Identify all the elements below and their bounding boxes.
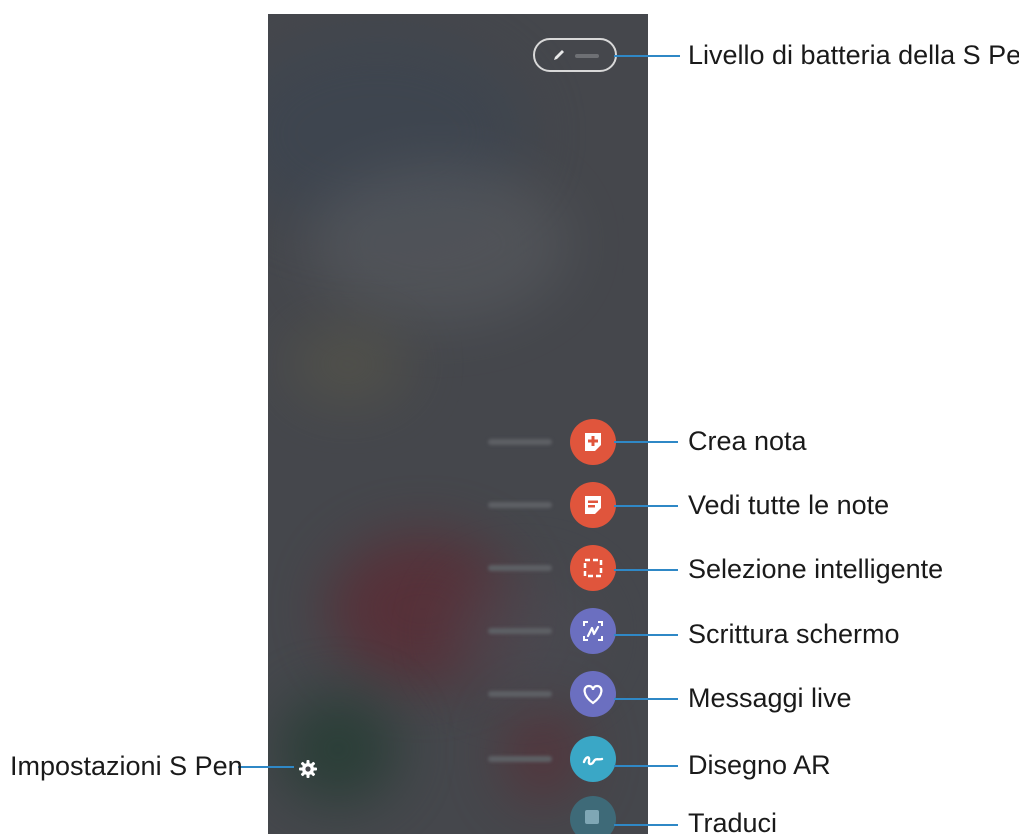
squiggle-icon [582, 756, 604, 766]
command-label-blurred [488, 691, 552, 697]
translate-icon [585, 810, 599, 824]
screen-write-icon [583, 621, 603, 641]
background-blur [288, 324, 408, 404]
command-ar-doodle[interactable] [268, 736, 648, 784]
callout-screen-write: Scrittura schermo [688, 619, 900, 649]
note-plus-icon [585, 433, 601, 451]
callout-view-all-notes: Vedi tutte le note [688, 490, 890, 520]
callout-ar-doodle: Disegno AR [688, 750, 831, 780]
command-label-blurred [488, 628, 552, 634]
create-note-button[interactable] [570, 419, 616, 465]
callout-line [614, 824, 678, 826]
callout-line [238, 766, 294, 768]
heart-icon [583, 684, 603, 705]
command-live-messages[interactable] [268, 671, 648, 719]
translate-button[interactable] [570, 796, 616, 834]
gear-icon[interactable] [298, 759, 318, 779]
command-translate[interactable] [268, 796, 648, 834]
callout-settings: Impostazioni S Pen [10, 751, 243, 781]
dashed-select-icon [583, 558, 603, 578]
callout-live-messages: Messaggi live [688, 683, 852, 713]
callout-line [614, 441, 678, 443]
callout-create-note: Crea nota [688, 426, 807, 456]
live-messages-button[interactable] [570, 671, 616, 717]
callout-line [614, 505, 678, 507]
callout-line [614, 765, 678, 767]
pen-icon [554, 50, 564, 60]
battery-level-bar [575, 54, 599, 58]
callout-line [614, 569, 678, 571]
callout-line [614, 55, 680, 57]
command-smart-select[interactable] [268, 545, 648, 593]
callout-line [614, 634, 678, 636]
background-blur [308, 164, 568, 324]
callout-line [614, 698, 678, 700]
note-list-icon [585, 496, 601, 514]
command-screen-write[interactable] [268, 608, 648, 656]
phone-screen [268, 14, 648, 834]
screen-write-button[interactable] [570, 608, 616, 654]
command-view-all-notes[interactable] [268, 482, 648, 530]
smart-select-button[interactable] [570, 545, 616, 591]
command-label-blurred [488, 439, 552, 445]
s-pen-battery-indicator[interactable] [533, 38, 617, 72]
command-label-blurred [488, 502, 552, 508]
callout-smart-select: Selezione intelligente [688, 554, 944, 584]
view-all-notes-button[interactable] [570, 482, 616, 528]
command-label-blurred [488, 565, 552, 571]
command-label-blurred [488, 756, 552, 762]
command-create-note[interactable] [268, 419, 648, 467]
callout-battery: Livello di batteria della S Pen [688, 40, 1019, 70]
ar-doodle-button[interactable] [570, 736, 616, 782]
